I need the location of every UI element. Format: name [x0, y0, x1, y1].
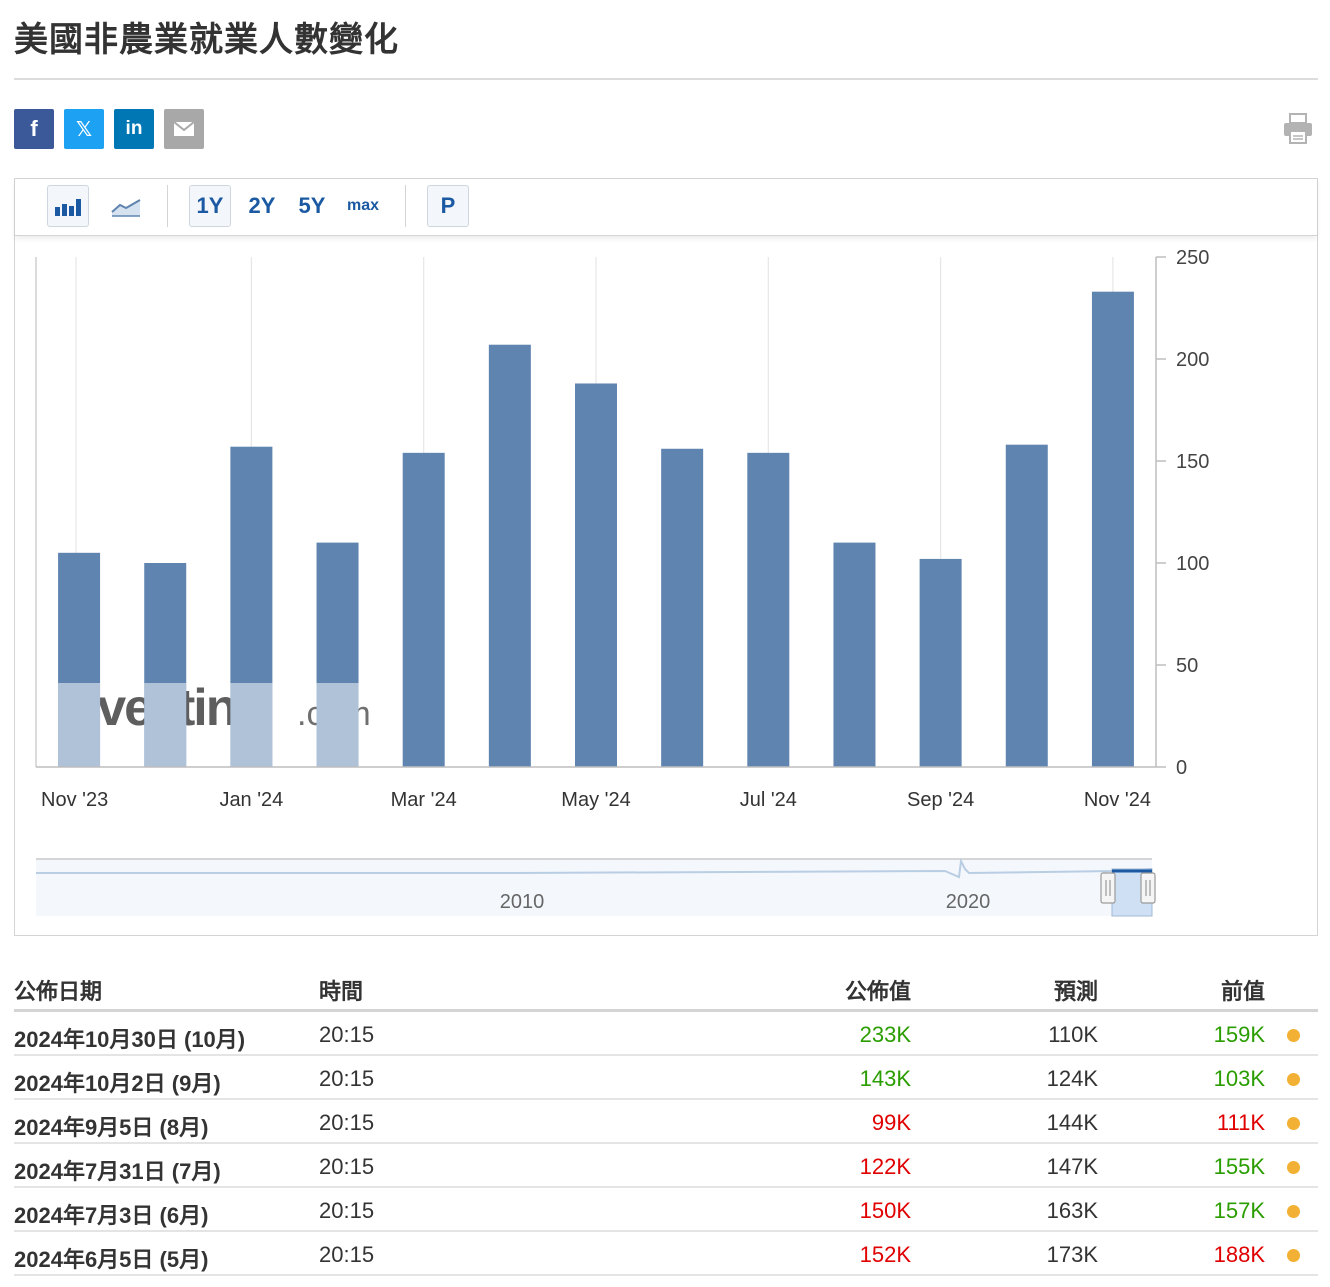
watermark-overlay: [144, 683, 187, 767]
x-tick-label: Jul '24: [740, 789, 797, 811]
status-dot-icon[interactable]: [1287, 1205, 1300, 1218]
previous-cell: 188K: [1213, 1242, 1265, 1267]
table-row: 2024年7月3日 (6月) 20:15 150K 163K 157K: [14, 1188, 1318, 1232]
x-tick-label: Nov '23: [41, 789, 108, 811]
x-tick-label: Sep '24: [907, 789, 974, 811]
watermark-overlay: [58, 683, 101, 767]
twitter-icon: 𝕏: [75, 118, 93, 141]
date-cell: 2024年9月5日 (8月): [14, 1115, 209, 1140]
y-tick-label: 200: [1176, 349, 1209, 371]
forecast-cell: 173K: [1046, 1242, 1098, 1267]
x-tick-label: Nov '24: [1084, 789, 1151, 811]
table-row: 2024年6月5日 (5月) 20:15 152K 173K 188K: [14, 1232, 1318, 1276]
y-tick-label: 0: [1176, 757, 1187, 779]
time-cell: 20:15: [319, 1154, 375, 1179]
y-tick-label: 50: [1176, 655, 1198, 677]
status-dot-icon[interactable]: [1287, 1117, 1300, 1130]
status-dot-icon[interactable]: [1287, 1073, 1300, 1086]
chart-bar[interactable]: [402, 452, 445, 767]
email-share-button[interactable]: [164, 109, 204, 149]
time-cell: 20:15: [319, 1198, 375, 1223]
bar-chart: Investing.com 050100150200250Nov '23Jan …: [35, 247, 1209, 917]
chart-bar[interactable]: [747, 452, 790, 767]
table-row: 2024年9月5日 (8月) 20:15 99K 144K 111K: [14, 1100, 1318, 1144]
table-row: 2024年10月30日 (10月) 20:15 233K 110K 159K: [14, 1012, 1318, 1056]
time-cell: 20:15: [319, 1066, 375, 1091]
status-dot-icon[interactable]: [1287, 1029, 1300, 1042]
date-cell: 2024年7月3日 (6月): [14, 1203, 209, 1228]
actual-cell: 152K: [859, 1242, 911, 1267]
header-date[interactable]: 公佈日期: [14, 974, 102, 1006]
forecast-cell: 144K: [1046, 1110, 1098, 1135]
table-header: 公佈日期 時間 公佈值 預測 前值: [14, 964, 1318, 1012]
date-cell: 2024年6月5日 (5月): [14, 1247, 209, 1272]
facebook-icon: f: [30, 116, 38, 141]
watermark-overlay: [316, 683, 359, 767]
actual-cell: 233K: [859, 1022, 911, 1047]
x-tick-label: May '24: [561, 789, 630, 811]
actual-cell: 122K: [859, 1154, 911, 1179]
forecast-cell: 147K: [1046, 1154, 1098, 1179]
table-row: 2024年7月31日 (7月) 20:15 122K 147K 155K: [14, 1144, 1318, 1188]
forecast-cell: 124K: [1046, 1066, 1098, 1091]
actual-cell: 99K: [871, 1110, 911, 1135]
linkedin-icon: in: [125, 118, 143, 139]
actual-cell: 150K: [859, 1198, 911, 1223]
chart-bar[interactable]: [488, 344, 531, 767]
y-tick-label: 100: [1176, 553, 1209, 575]
email-icon: [173, 121, 195, 136]
chart-bar[interactable]: [1005, 444, 1048, 767]
status-dot-icon[interactable]: [1287, 1161, 1300, 1174]
watermark-overlay: [230, 683, 273, 767]
header-forecast[interactable]: 預測: [1054, 974, 1098, 1006]
time-cell: 20:15: [319, 1110, 375, 1135]
table-row: 2024年10月2日 (9月) 20:15 143K 124K 103K: [14, 1056, 1318, 1100]
chart-panel: 1Y 2Y 5Y max P Investing.com 05010015020…: [14, 178, 1318, 936]
facebook-share-button[interactable]: f: [14, 109, 54, 149]
forecast-cell: 163K: [1046, 1198, 1098, 1223]
forecast-cell: 110K: [1048, 1022, 1098, 1047]
chart-bar[interactable]: [1091, 291, 1134, 767]
x-tick-label: Mar '24: [391, 789, 457, 811]
release-history-table: 公佈日期 時間 公佈值 預測 前值 2024年10月30日 (10月) 20:15…: [14, 964, 1318, 1276]
header-actual[interactable]: 公佈值: [845, 974, 911, 1006]
status-dot-icon[interactable]: [1287, 1249, 1300, 1262]
navigator-year-label: 2010: [500, 891, 545, 913]
header-time[interactable]: 時間: [319, 974, 363, 1006]
previous-cell: 159K: [1213, 1022, 1265, 1047]
date-cell: 2024年10月2日 (9月): [14, 1071, 221, 1096]
y-tick-label: 250: [1176, 247, 1209, 269]
previous-cell: 155K: [1213, 1154, 1265, 1179]
header-previous[interactable]: 前值: [1221, 974, 1265, 1006]
navigator-handle[interactable]: [1100, 872, 1116, 904]
date-cell: 2024年10月30日 (10月): [14, 1027, 246, 1052]
previous-cell: 157K: [1213, 1198, 1265, 1223]
print-icon[interactable]: [1282, 112, 1314, 146]
range-navigator: 2010 2020: [36, 857, 1156, 917]
previous-cell: 103K: [1213, 1066, 1265, 1091]
previous-cell: 111K: [1216, 1110, 1265, 1135]
actual-cell: 143K: [859, 1066, 911, 1091]
linkedin-share-button[interactable]: in: [114, 109, 154, 149]
chart-bar[interactable]: [919, 558, 962, 767]
title-divider: [14, 78, 1318, 80]
table-body: 2024年10月30日 (10月) 20:15 233K 110K 159K 2024年1…: [14, 1012, 1318, 1276]
navigator-handle[interactable]: [1140, 872, 1156, 904]
time-cell: 20:15: [319, 1242, 375, 1267]
navigator-year-label: 2020: [946, 891, 991, 913]
chart-bar[interactable]: [661, 448, 704, 767]
date-cell: 2024年7月31日 (7月): [14, 1159, 221, 1184]
time-cell: 20:15: [319, 1022, 375, 1047]
chart-bar[interactable]: [575, 383, 617, 767]
twitter-share-button[interactable]: 𝕏: [64, 109, 104, 149]
chart-bar[interactable]: [833, 542, 876, 767]
page-title: 美國非農業就業人數變化: [14, 21, 399, 59]
x-tick-label: Jan '24: [219, 789, 283, 811]
y-tick-label: 150: [1176, 451, 1209, 473]
